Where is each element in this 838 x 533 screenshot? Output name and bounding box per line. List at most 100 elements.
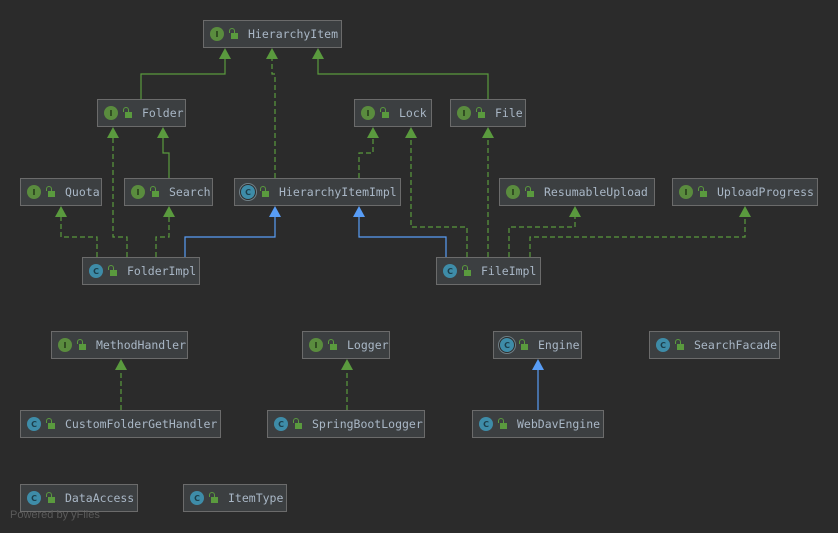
edge-line: [358, 138, 374, 178]
node-label: HierarchyItemImpl: [279, 185, 397, 199]
interface-icon: I: [104, 106, 118, 120]
edge-line: [358, 217, 447, 257]
interface-icon: I: [58, 338, 72, 352]
public-visibility-icon: [497, 418, 507, 430]
edge-line: [162, 138, 170, 178]
node-search-facade[interactable]: C SearchFacade: [649, 331, 780, 359]
node-search[interactable]: I Search: [124, 178, 213, 206]
node-label: SearchFacade: [694, 338, 778, 352]
node-hierarchy-item[interactable]: I HierarchyItem: [203, 20, 342, 48]
arrow-head-icon: [115, 359, 127, 370]
interface-icon: I: [309, 338, 323, 352]
edge-implements-fileimpl-to-file: [482, 127, 494, 257]
arrow-head-icon: [569, 206, 581, 217]
node-label: FileImpl: [481, 264, 537, 278]
arrow-head-icon: [266, 48, 278, 59]
class-icon: C: [190, 491, 204, 505]
node-label: FolderImpl: [127, 264, 197, 278]
node-folder-impl[interactable]: C FolderImpl: [82, 257, 200, 285]
class-icon: C: [656, 338, 670, 352]
node-spring-boot-logger[interactable]: C SpringBootLogger: [267, 410, 425, 438]
edge-extends-interface-file-to-hierarchyitem: [312, 48, 489, 99]
node-label: SpringBootLogger: [312, 417, 423, 431]
arrow-head-icon: [532, 359, 544, 370]
edge-line: [60, 217, 98, 257]
arrow-head-icon: [739, 206, 751, 217]
interface-icon: I: [679, 185, 693, 199]
interface-icon: I: [457, 106, 471, 120]
edge-implements-folderimpl-to-quota: [55, 206, 98, 257]
node-data-access[interactable]: C DataAccess: [20, 484, 138, 512]
arrow-head-icon: [55, 206, 67, 217]
node-label: Logger: [347, 338, 389, 352]
public-visibility-icon: [697, 186, 707, 198]
edge-extends-interface-folder-to-hierarchyitem: [140, 48, 231, 99]
node-upload-progress[interactable]: I UploadProgress: [672, 178, 818, 206]
public-visibility-icon: [122, 107, 132, 119]
interface-icon: I: [210, 27, 224, 41]
arrow-head-icon: [341, 359, 353, 370]
arrow-head-icon: [482, 127, 494, 138]
edge-line: [317, 59, 489, 99]
interface-icon: I: [506, 185, 520, 199]
public-visibility-icon: [107, 265, 117, 277]
arrow-head-icon: [353, 206, 365, 217]
edge-line: [410, 138, 468, 257]
node-folder[interactable]: I Folder: [97, 99, 186, 127]
node-label: ResumableUpload: [544, 185, 648, 199]
edge-extends-class-webdavengine-to-engine: [532, 359, 544, 410]
class-icon: C: [27, 491, 41, 505]
node-label: Search: [169, 185, 211, 199]
public-visibility-icon: [208, 492, 218, 504]
node-label: Quota: [65, 185, 100, 199]
node-quota[interactable]: I Quota: [20, 178, 102, 206]
public-visibility-icon: [327, 339, 337, 351]
node-label: CustomFolderGetHandler: [65, 417, 218, 431]
edge-line: [184, 217, 276, 257]
arrow-head-icon: [405, 127, 417, 138]
node-label: Folder: [142, 106, 184, 120]
class-icon: C: [479, 417, 493, 431]
public-visibility-icon: [228, 28, 238, 40]
node-custom-folder-get-handler[interactable]: C CustomFolderGetHandler: [20, 410, 221, 438]
node-label: ItemType: [228, 491, 284, 505]
arrow-head-icon: [269, 206, 281, 217]
arrow-head-icon: [312, 48, 324, 59]
node-file-impl[interactable]: C FileImpl: [436, 257, 541, 285]
edge-implements-fileimpl-to-resumableupload: [508, 206, 581, 257]
interface-icon: I: [131, 185, 145, 199]
node-hierarchy-item-impl[interactable]: C HierarchyItemImpl: [234, 178, 401, 206]
node-label: WebDavEngine: [517, 417, 601, 431]
interface-icon: I: [361, 106, 375, 120]
node-method-handler[interactable]: I MethodHandler: [51, 331, 188, 359]
arrow-head-icon: [157, 127, 169, 138]
watermark: Powered by yFiles: [10, 509, 100, 521]
node-file[interactable]: I File: [450, 99, 526, 127]
node-label: UploadProgress: [717, 185, 814, 199]
abstract-class-icon: C: [241, 185, 255, 199]
edge-implements-customfoldergethandler-to-methodhandler: [115, 359, 127, 410]
node-item-type[interactable]: C ItemType: [183, 484, 287, 512]
interface-icon: I: [27, 185, 41, 199]
node-label: Lock: [399, 106, 427, 120]
edge-extends-interface-search-to-folder: [157, 127, 170, 178]
node-logger[interactable]: I Logger: [302, 331, 390, 359]
public-visibility-icon: [461, 265, 471, 277]
node-engine[interactable]: C Engine: [493, 331, 582, 359]
public-visibility-icon: [379, 107, 389, 119]
public-visibility-icon: [45, 492, 55, 504]
node-resumable-upload[interactable]: I ResumableUpload: [499, 178, 655, 206]
edge-line: [155, 217, 170, 257]
edge-implements-springbootlogger-to-logger: [341, 359, 353, 410]
node-web-dav-engine[interactable]: C WebDavEngine: [472, 410, 604, 438]
node-label: HierarchyItem: [248, 27, 339, 41]
edge-extends-class-folderimpl-to-hierarchyitemimpl: [184, 206, 281, 257]
node-label: File: [495, 106, 523, 120]
edge-line: [529, 217, 746, 257]
node-label: Engine: [538, 338, 580, 352]
node-lock[interactable]: I Lock: [354, 99, 432, 127]
arrow-head-icon: [219, 48, 231, 59]
public-visibility-icon: [259, 186, 269, 198]
edge-line: [271, 59, 276, 178]
public-visibility-icon: [45, 418, 55, 430]
